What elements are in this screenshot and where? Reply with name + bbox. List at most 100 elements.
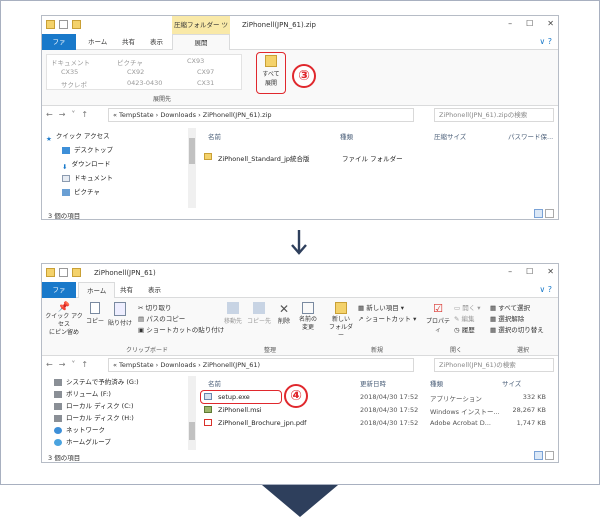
file-row-msi[interactable]: ZiPhonell.msi 2018/04/30 17:52 Windows イ…	[204, 406, 554, 416]
crumb-folder[interactable]: ZiPhonell(JPN_61)	[203, 361, 260, 369]
minimize-icon[interactable]: –	[508, 267, 512, 276]
properties-icon[interactable]	[59, 268, 68, 277]
crumb-tempstate[interactable]: TempState	[119, 111, 154, 119]
back-arrow-icon[interactable]: ←	[46, 110, 53, 119]
tab-share[interactable]: 共有	[114, 34, 143, 50]
dest-pictures[interactable]: ピクチャ	[117, 57, 143, 67]
col-password[interactable]: パスワード保...	[508, 131, 553, 141]
dest-sakurepo[interactable]: サクレポ	[61, 79, 87, 89]
col-modified[interactable]: 更新日時	[360, 378, 386, 388]
new-folder-icon[interactable]	[72, 268, 81, 277]
col-name[interactable]: 名前	[208, 378, 221, 388]
copy-to-button[interactable]: コピー先	[246, 302, 272, 325]
new-item-button[interactable]: ▦ 新しい項目 ▾	[358, 302, 404, 312]
back-arrow-icon[interactable]: ←	[46, 360, 53, 369]
file-row[interactable]: ZiPhonell_Standard_jp統合版 ファイル フォルダー	[204, 153, 544, 163]
tab-file[interactable]: ファイル	[42, 282, 76, 310]
dest-cx92[interactable]: CX92	[127, 68, 144, 76]
cut-button[interactable]: ✂ 切り取り	[138, 302, 172, 312]
crumb-zip[interactable]: ZiPhonell(JPN_61).zip	[203, 111, 272, 119]
dest-cx97[interactable]: CX97	[197, 68, 214, 76]
details-view-icon[interactable]	[534, 451, 543, 460]
col-type[interactable]: 種類	[340, 131, 353, 141]
delete-button[interactable]: ✕ 削除	[274, 302, 294, 325]
nav-downloads[interactable]: ⬇ ダウンロード	[62, 158, 110, 171]
col-compressed-size[interactable]: 圧縮サイズ	[434, 131, 466, 141]
tab-share[interactable]: 共有	[112, 282, 141, 298]
tab-home[interactable]: ホーム	[78, 282, 116, 298]
edit-button[interactable]: ✎ 編集	[454, 313, 475, 323]
nav-quick-access[interactable]: ★ クイック アクセス	[46, 130, 110, 143]
nav-scrollbar[interactable]	[188, 376, 196, 450]
new-folder-button[interactable]: 新しい フォルダー	[328, 302, 354, 340]
nav-drive-g[interactable]: システムで予約済み (G:)	[54, 376, 139, 388]
dest-cx31[interactable]: CX31	[197, 79, 214, 87]
tab-view[interactable]: 表示	[140, 282, 169, 298]
paste-icon	[114, 302, 126, 316]
close-icon[interactable]: ✕	[547, 19, 554, 28]
rename-button[interactable]: 名前の 変更	[296, 302, 320, 332]
crumb-tempstate[interactable]: TempState	[119, 361, 154, 369]
tab-view[interactable]: 表示	[142, 34, 171, 50]
pin-quick-access-button[interactable]: 📌 クイック アクセス にピン留め	[44, 302, 84, 337]
easy-access-button[interactable]: ↗ ショートカット ▾	[358, 313, 416, 323]
recent-chevron-icon[interactable]: ˅	[71, 360, 75, 369]
path-bar[interactable]: « TempState › Downloads › ZiPhonell(JPN_…	[108, 108, 414, 122]
col-name[interactable]: 名前	[208, 131, 221, 141]
up-arrow-icon[interactable]: ↑	[81, 110, 88, 119]
minimize-icon[interactable]: –	[508, 19, 512, 28]
history-button[interactable]: ◷ 履歴	[454, 324, 475, 334]
properties-icon[interactable]	[59, 20, 68, 29]
extract-all-button[interactable]: すべて 展開	[259, 54, 283, 92]
crumb-downloads[interactable]: Downloads	[160, 361, 196, 369]
path-bar[interactable]: « TempState › Downloads › ZiPhonell(JPN_…	[108, 358, 414, 372]
nav-drive-f[interactable]: ボリューム (F:)	[54, 388, 111, 400]
details-view-icon[interactable]	[534, 209, 543, 218]
nav-homegroup[interactable]: ホームグループ	[54, 436, 111, 448]
up-arrow-icon[interactable]: ↑	[81, 360, 88, 369]
open-button[interactable]: ▭ 開く ▾	[454, 302, 481, 312]
search-input[interactable]: ZiPhonell(JPN_61)の検索	[434, 358, 554, 372]
select-none-button[interactable]: ▦ 選択解除	[490, 313, 524, 323]
large-icons-view-icon[interactable]	[545, 451, 554, 460]
tab-home[interactable]: ホーム	[80, 34, 115, 50]
dest-0423[interactable]: 0423-0430	[127, 79, 162, 87]
file-row-setup[interactable]: setup.exe 2018/04/30 17:52 アプリケーション 332 …	[204, 393, 554, 403]
copy-button[interactable]: コピー	[86, 302, 104, 325]
nav-desktop[interactable]: デスクトップ	[62, 144, 113, 156]
help-icon[interactable]: ∨ ?	[539, 37, 552, 46]
nav-network[interactable]: ネットワーク	[54, 424, 105, 436]
nav-documents[interactable]: ドキュメント	[62, 172, 113, 184]
nav-scrollbar[interactable]	[188, 128, 196, 208]
dest-documents[interactable]: ドキュメント	[51, 57, 90, 67]
tab-extract[interactable]: 展開	[172, 34, 230, 50]
crumb-downloads[interactable]: Downloads	[160, 111, 196, 119]
close-icon[interactable]: ✕	[547, 267, 554, 276]
dest-cx93[interactable]: CX93	[187, 57, 204, 65]
paste-shortcut-button[interactable]: ▣ ショートカットの貼り付け	[138, 324, 224, 334]
help-icon[interactable]: ∨ ?	[539, 285, 552, 294]
compressed-folder-tools-tab[interactable]: 圧縮フォルダー ツール	[172, 16, 230, 47]
maximize-icon[interactable]: ☐	[526, 19, 533, 28]
col-type[interactable]: 種類	[430, 378, 443, 388]
forward-arrow-icon[interactable]: →	[59, 360, 66, 369]
select-all-button[interactable]: ▦ すべて選択	[490, 302, 530, 312]
maximize-icon[interactable]: ☐	[526, 267, 533, 276]
new-folder-icon[interactable]	[72, 20, 81, 29]
copy-path-button[interactable]: ▤ パスのコピー	[138, 313, 185, 323]
invert-selection-button[interactable]: ▦ 選択の切り替え	[490, 324, 544, 334]
nav-drive-c[interactable]: ローカル ディスク (C:)	[54, 400, 133, 412]
move-to-button[interactable]: 移動先	[220, 302, 246, 325]
recent-chevron-icon[interactable]: ˅	[71, 110, 75, 119]
paste-button[interactable]: 貼り付け	[106, 302, 134, 327]
tab-file[interactable]: ファイル	[42, 34, 76, 62]
nav-pictures[interactable]: ピクチャ	[62, 186, 100, 198]
file-row-pdf[interactable]: ZiPhonell_Brochure_jpn.pdf 2018/04/30 17…	[204, 419, 554, 429]
dest-cx35[interactable]: CX35	[61, 68, 78, 76]
col-size[interactable]: サイズ	[502, 378, 521, 388]
nav-drive-h[interactable]: ローカル ディスク (H:)	[54, 412, 134, 424]
forward-arrow-icon[interactable]: →	[59, 110, 66, 119]
large-icons-view-icon[interactable]	[545, 209, 554, 218]
search-input[interactable]: ZiPhonell(JPN_61).zipの検索	[434, 108, 554, 122]
properties-button[interactable]: ☑ プロパティ	[424, 302, 452, 334]
